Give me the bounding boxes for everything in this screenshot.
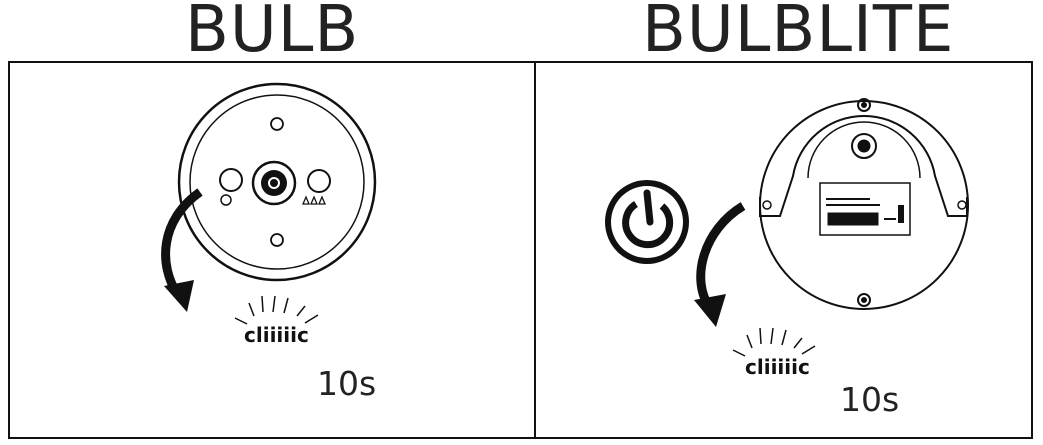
bulb-sound-text: cliiiiic — [244, 323, 309, 347]
bulblite-duration: 10s — [840, 380, 900, 419]
click-lines-left — [234, 295, 319, 325]
click-lines-right — [732, 327, 816, 357]
bulb-device-icon — [177, 82, 377, 282]
bulblite-sound-text: cliiiiic — [745, 355, 810, 379]
arrow-icon — [694, 202, 746, 327]
bulb-duration: 10s — [317, 364, 377, 403]
diagram-canvas: cliiiiic cliiiiic — [161, 82, 969, 379]
power-icon — [605, 180, 689, 264]
bulblite-device-icon — [759, 98, 969, 310]
